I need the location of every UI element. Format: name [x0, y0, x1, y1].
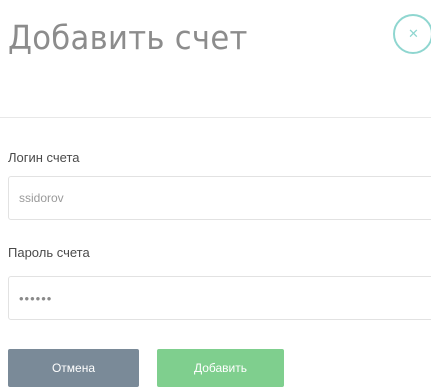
login-field[interactable]	[8, 176, 431, 220]
login-label: Логин счета	[8, 150, 80, 165]
password-label: Пароль счета	[8, 245, 90, 260]
dialog-title: Добавить счет	[8, 18, 248, 57]
add-button[interactable]: Добавить	[157, 349, 284, 387]
add-account-dialog: Добавить счет ✕ Логин счета Пароль счета…	[0, 0, 431, 387]
cancel-button[interactable]: Отмена	[8, 349, 139, 387]
close-icon: ✕	[408, 26, 419, 41]
header-divider	[0, 117, 431, 118]
close-button[interactable]: ✕	[393, 14, 431, 54]
password-field[interactable]	[8, 276, 431, 320]
